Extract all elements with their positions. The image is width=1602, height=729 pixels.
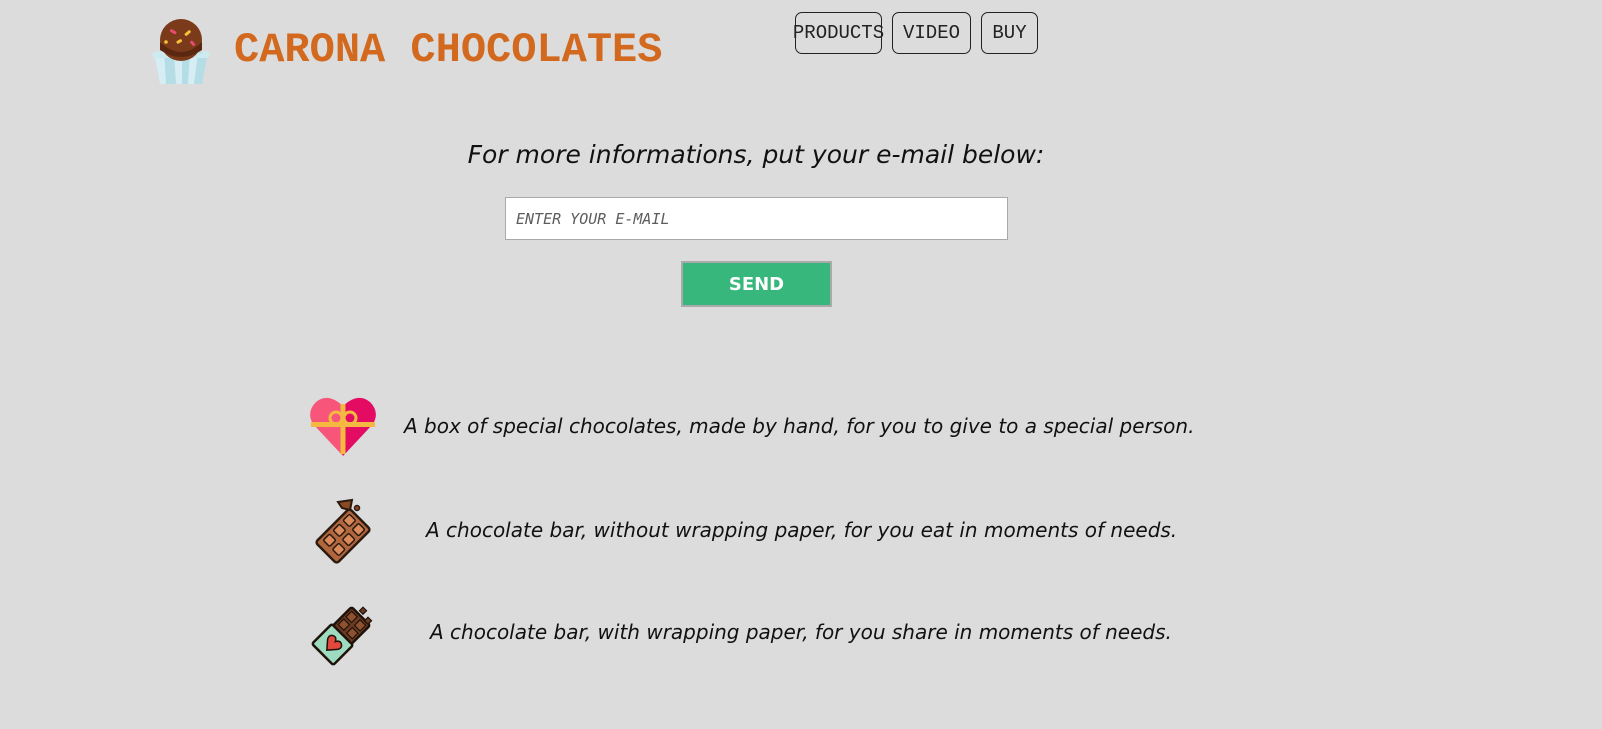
nav-products-button[interactable]: PRODUCTS [793,12,884,54]
brand-title: CARONA CHOCOLATES [234,26,663,74]
newsletter-prompt: For more informations, put your e-mail b… [467,140,1045,169]
email-input[interactable] [505,197,1008,240]
heart-gift-box-icon [308,394,378,464]
wrapped-chocolate-bar-icon [308,600,378,670]
product-item-heart-box: A box of special chocolates, made by han… [308,394,1208,464]
product-item-wrapped-bar: A chocolate bar, with wrapping paper, fo… [308,600,1208,670]
send-button[interactable]: SEND [681,261,832,307]
top-nav: PRODUCTS VIDEO BUY [793,12,1038,54]
product-item-chocolate-bar: A chocolate bar, without wrapping paper,… [308,498,1208,568]
chocolate-cupcake-icon [150,18,212,86]
product-description: A chocolate bar, without wrapping paper,… [426,518,1178,542]
product-description: A box of special chocolates, made by han… [404,414,1195,438]
product-description: A chocolate bar, with wrapping paper, fo… [430,620,1172,644]
chocolate-bar-icon [308,498,378,568]
nav-buy-button[interactable]: BUY [981,12,1038,54]
nav-video-button[interactable]: VIDEO [892,12,971,54]
